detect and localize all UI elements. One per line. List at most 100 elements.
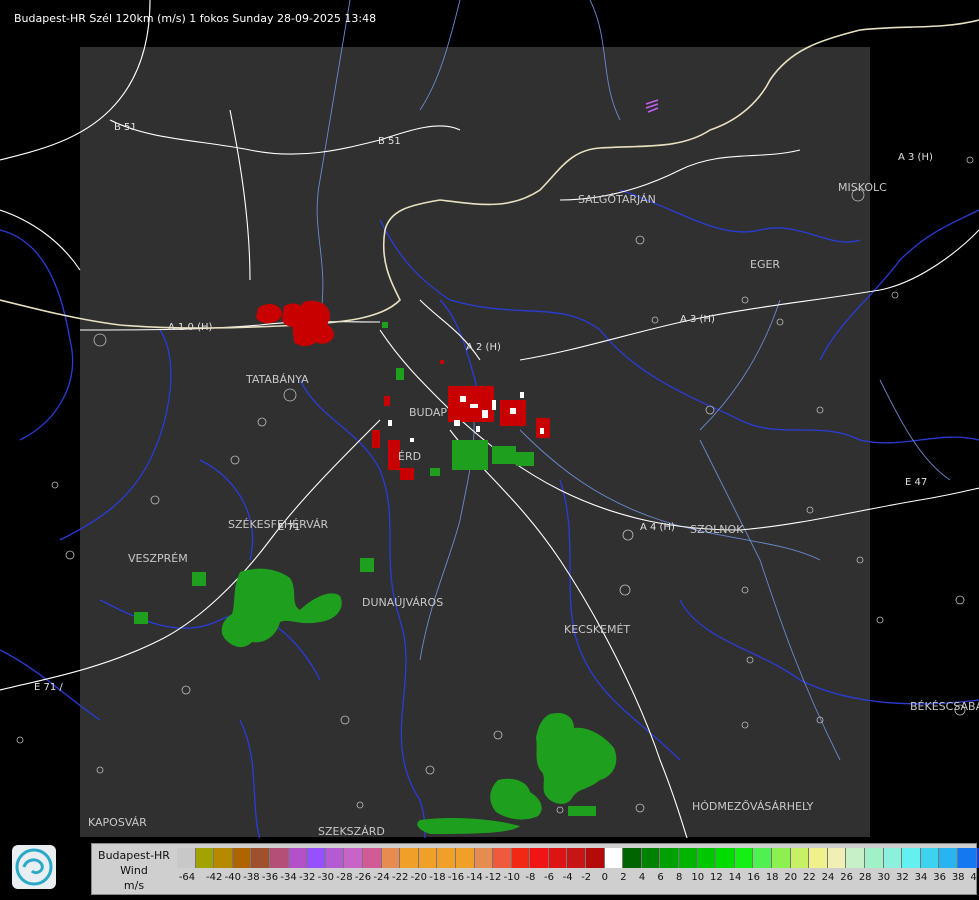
legend-tick-label: 14 <box>728 872 742 883</box>
legend-swatch <box>716 848 735 868</box>
legend-swatch <box>474 848 494 868</box>
legend-swatch <box>418 848 438 868</box>
legend-tick-label: -34 <box>280 872 297 883</box>
road-label: E 71 <box>278 522 300 533</box>
legend-tick-label: 34 <box>914 872 928 883</box>
map-title: Budapest-HR Szél 120km (m/s) 1 fokos Sun… <box>14 12 377 25</box>
legend-tick-label: -12 <box>485 872 502 883</box>
legend-swatch <box>902 848 921 868</box>
legend-unit: m/s <box>123 879 145 892</box>
place-label: MISKOLC <box>838 181 887 194</box>
legend-tick-label: -38 <box>243 872 260 883</box>
legend-swatch <box>586 848 605 868</box>
legend-swatch <box>381 848 401 868</box>
place-label: KAPOSVÁR <box>88 816 147 829</box>
legend-swatch <box>753 848 772 868</box>
legend-tick-label: 18 <box>765 872 779 883</box>
legend-product: Wind <box>120 864 148 877</box>
legend-tick-label: 40 <box>970 872 979 883</box>
legend-tick-label: 12 <box>710 872 723 883</box>
legend-swatch <box>530 848 549 868</box>
legend-tick-label: 6 <box>657 872 664 883</box>
legend-swatch <box>307 848 326 868</box>
legend-swatch <box>195 848 215 868</box>
radar-map: TATABÁNYABUDAPÉRDSZÉKESFEHÉRVÁRVESZPRÉMD… <box>0 0 979 900</box>
legend-swatch <box>939 848 958 868</box>
legend-swatch <box>251 848 270 868</box>
legend-swatch <box>809 848 828 868</box>
legend-tick-label: -28 <box>336 872 353 883</box>
legend-swatch <box>400 848 419 868</box>
legend-tick-label: 30 <box>877 872 891 883</box>
met-service-logo <box>12 845 56 889</box>
legend-swatch <box>772 848 791 868</box>
legend-tick-label: 26 <box>840 872 853 883</box>
legend-tick-label: 38 <box>951 872 965 883</box>
road-label: A 1 0 (H) <box>168 322 213 333</box>
legend-swatch <box>288 848 308 868</box>
legend-swatch <box>344 848 363 868</box>
legend-caption: Budapest-HR Wind m/s <box>94 848 174 893</box>
legend-swatch <box>362 848 382 868</box>
legend-swatch <box>864 848 884 868</box>
legend-tick-label: -40 <box>224 872 241 883</box>
legend-swatch <box>232 848 252 868</box>
place-label: HÓDMEZŐVÁSÁRHELY <box>692 799 814 813</box>
legend-tick-label: -16 <box>447 872 465 883</box>
legend-tick-label: -14 <box>466 872 483 883</box>
place-label: BUDAP <box>409 406 447 419</box>
place-label: TATABÁNYA <box>245 373 309 386</box>
legend-swatches <box>177 848 979 868</box>
legend-tick-label: -24 <box>373 872 390 883</box>
legend-tick-label: -22 <box>392 872 409 883</box>
legend-swatch <box>455 848 475 868</box>
legend-tick-label: -42 <box>206 872 223 883</box>
legend-radar-name: Budapest-HR <box>98 849 170 862</box>
legend-swatch <box>679 848 698 868</box>
legend-tick-label: 36 <box>933 872 946 883</box>
legend-swatch <box>883 848 903 868</box>
place-label: BÉKÉSCSABA <box>910 700 979 713</box>
legend-swatch <box>548 848 568 868</box>
legend-tick-label: -18 <box>429 872 446 883</box>
legend-swatch <box>214 848 233 868</box>
legend-tick-label: 10 <box>691 872 705 883</box>
legend-swatch <box>567 848 587 868</box>
legend-swatch <box>177 848 196 868</box>
legend-swatch <box>511 848 531 868</box>
color-scale-legend: Budapest-HR Wind m/s -64 -42 -40 -38 -36 -34-… <box>91 843 979 895</box>
place-label: ÉRD <box>398 450 421 463</box>
road-label: A 3 (H) <box>680 314 715 325</box>
legend-tick-label: 32 <box>896 872 909 883</box>
legend-tick-label: -4 <box>562 872 573 883</box>
road-label: A 2 (H) <box>466 342 501 353</box>
legend-tick-label: -20 <box>410 872 427 883</box>
legend-tick-label: -6 <box>544 872 554 883</box>
legend-tick-label: 24 <box>821 872 835 883</box>
legend-tick-label: 16 <box>747 872 760 883</box>
place-label: SZEKSZÁRD <box>318 825 385 838</box>
road-label: B 51 <box>378 136 401 147</box>
legend-tick-label: 2 <box>620 872 627 883</box>
legend-tick-label: 28 <box>858 872 872 883</box>
road-label: A 4 (H) <box>640 522 675 533</box>
legend-swatch <box>846 848 865 868</box>
legend-tick-label: -10 <box>503 872 520 883</box>
place-label: VESZPRÉM <box>128 552 188 565</box>
legend-tick-label: 4 <box>638 872 646 883</box>
road-label: E 71 / <box>34 682 63 693</box>
legend-swatch <box>957 848 977 868</box>
legend-swatch <box>790 848 810 868</box>
legend-tick-label: 0 <box>601 872 608 883</box>
road-label: E 47 <box>905 477 927 488</box>
legend-swatch <box>493 848 512 868</box>
road-label: A 3 (H) <box>898 152 933 163</box>
place-label: SALGÓTARJÁN <box>578 193 656 206</box>
place-label: SZOLNOK <box>690 523 744 536</box>
legend-swatch <box>269 848 289 868</box>
legend-swatch <box>734 848 754 868</box>
legend-tick-label: 22 <box>803 872 816 883</box>
legend-swatch <box>827 848 847 868</box>
legend-ticks: -64 -42 -40 -38 -36 -34 -32 -30 -28 -26 -24 -22 -20-… <box>177 872 979 886</box>
legend-swatch <box>437 848 456 868</box>
